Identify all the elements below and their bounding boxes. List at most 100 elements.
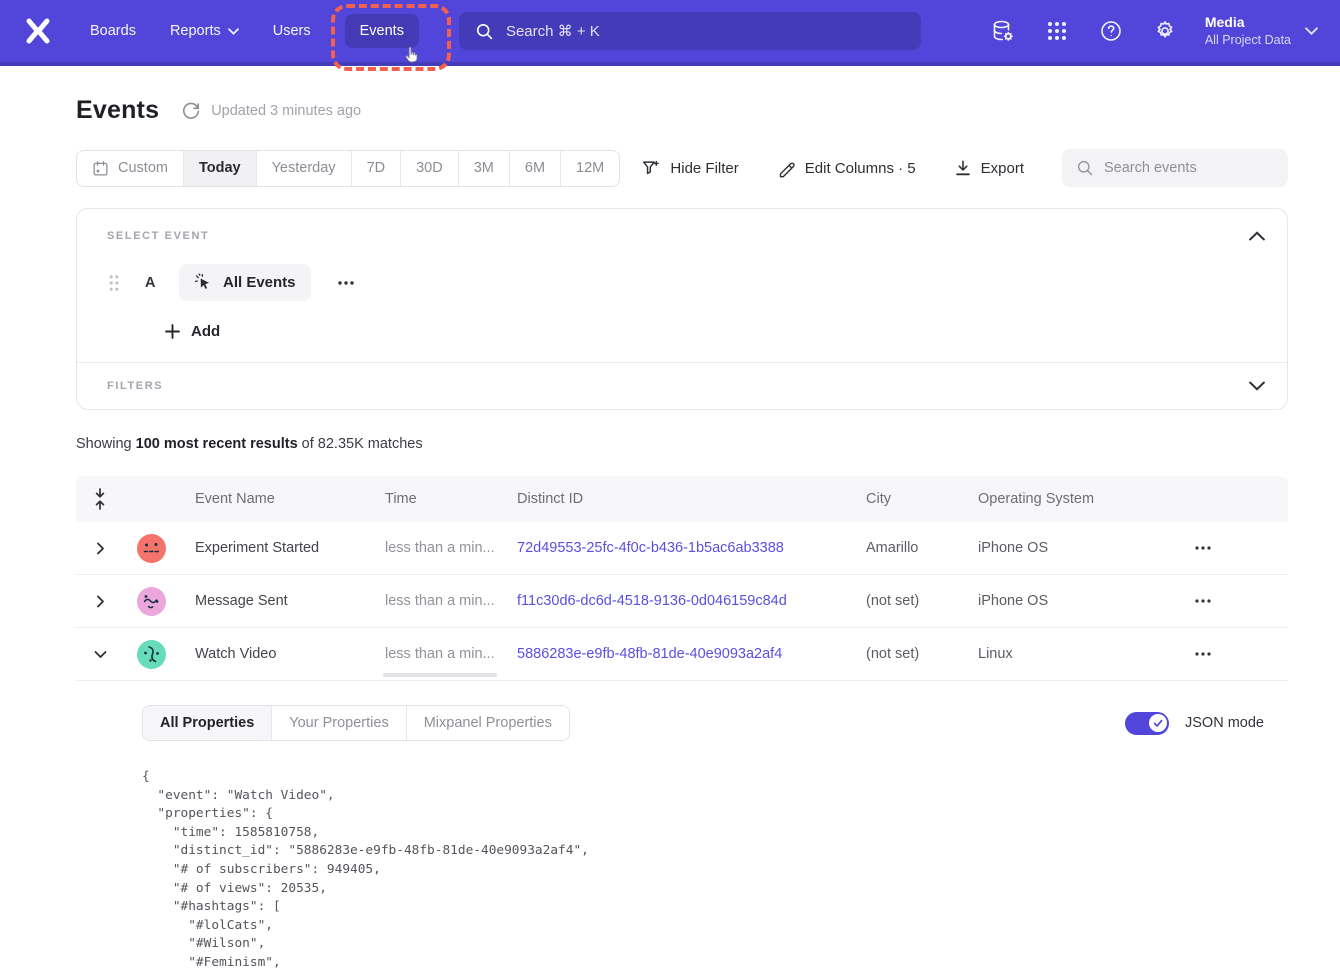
cell-time: less than a min...: [385, 646, 517, 662]
search-icon: [475, 22, 494, 41]
table-row[interactable]: Message Sent less than a min... f11c30d6…: [76, 575, 1288, 628]
collapse-row-icon[interactable]: [94, 648, 107, 661]
search-icon: [1076, 159, 1094, 177]
cell-city: (not set): [866, 646, 978, 662]
json-mode-label: JSON mode: [1185, 715, 1264, 731]
refresh-icon[interactable]: [181, 101, 201, 121]
nav-item-events[interactable]: Events: [345, 14, 419, 48]
event-avatar: [137, 640, 166, 669]
table-row[interactable]: Experiment Started less than a min... 72…: [76, 522, 1288, 575]
expand-row-icon[interactable]: [94, 542, 107, 555]
series-letter: A: [145, 275, 165, 291]
global-search-placeholder: Search ⌘ + K: [506, 22, 600, 40]
column-header-time: Time: [385, 491, 517, 507]
last-updated-text: Updated 3 minutes ago: [211, 103, 361, 119]
event-avatar: [137, 587, 166, 616]
row-more-options-icon[interactable]: [1194, 545, 1212, 551]
nav-item-reports[interactable]: Reports: [170, 23, 239, 39]
event-detail-panel: All Properties Your Properties Mixpanel …: [76, 681, 1288, 974]
expand-section-icon[interactable]: [1249, 378, 1265, 394]
settings-gear-icon[interactable]: [1153, 19, 1177, 43]
nav-item-events-wrapper: Events: [345, 14, 419, 48]
nav-item-boards[interactable]: Boards: [90, 23, 136, 39]
add-event-button[interactable]: Add: [165, 323, 220, 340]
cell-event-name: Message Sent: [178, 593, 385, 609]
cell-os: iPhone OS: [978, 593, 1118, 609]
export-button[interactable]: Export: [954, 159, 1024, 177]
hide-filter-button[interactable]: Hide Filter: [641, 158, 738, 178]
event-json-viewer: { "event": "Watch Video", "properties": …: [142, 768, 1264, 974]
chevron-down-icon: [228, 28, 239, 35]
top-navbar: Boards Reports Users Events Search ⌘ + K: [0, 0, 1340, 66]
date-option-3m[interactable]: 3M: [459, 151, 510, 186]
avatar-face: [137, 534, 166, 563]
date-option-today[interactable]: Today: [184, 151, 257, 186]
query-builder-card: SELECT EVENT A All Events: [76, 208, 1288, 410]
date-option-yesterday[interactable]: Yesterday: [257, 151, 352, 186]
avatar-face: [137, 640, 166, 669]
column-header-distinct-id: Distinct ID: [517, 491, 866, 507]
pencil-icon: [777, 159, 796, 178]
json-mode-toggle[interactable]: [1125, 712, 1169, 735]
event-avatar: [137, 534, 166, 563]
plus-icon: [165, 324, 180, 339]
cell-city: Amarillo: [866, 540, 978, 556]
json-mode-control: JSON mode: [1125, 712, 1264, 735]
search-events-input[interactable]: Search events: [1062, 149, 1288, 187]
avatar-face: [137, 587, 166, 616]
row-more-options-icon[interactable]: [1194, 651, 1212, 657]
tab-your-properties[interactable]: Your Properties: [272, 706, 406, 740]
edit-columns-button[interactable]: Edit Columns · 5: [777, 159, 916, 178]
table-row-expanded[interactable]: Watch Video less than a min... 5886283e-…: [76, 628, 1288, 681]
data-management-icon[interactable]: [991, 19, 1015, 43]
horizontal-scrollbar[interactable]: [383, 673, 497, 677]
expand-row-icon[interactable]: [94, 595, 107, 608]
event-more-options-icon[interactable]: [337, 280, 355, 286]
collapse-section-icon[interactable]: [1249, 228, 1265, 244]
nav-item-users[interactable]: Users: [273, 23, 311, 39]
cell-os: iPhone OS: [978, 540, 1118, 556]
events-table: Event Name Time Distinct ID City Operati…: [76, 476, 1288, 974]
page-title: Events: [76, 96, 159, 125]
filter-funnel-icon: [641, 158, 661, 178]
chevron-down-icon: [1305, 27, 1318, 35]
date-option-30d[interactable]: 30D: [401, 151, 459, 186]
search-events-placeholder: Search events: [1104, 160, 1197, 176]
help-icon[interactable]: [1099, 19, 1123, 43]
main-content: Events Updated 3 minutes ago Custom Toda…: [0, 96, 1340, 974]
event-query-row: A All Events: [107, 264, 1265, 301]
sparkle-cursor-icon: [194, 273, 213, 292]
cell-distinct-id[interactable]: 72d49553-25fc-4f0c-b436-1b5ac6ab3388: [517, 540, 866, 556]
cell-time: less than a min...: [385, 540, 517, 556]
drag-handle-icon[interactable]: [107, 274, 121, 292]
tab-all-properties[interactable]: All Properties: [143, 706, 272, 740]
mixpanel-logo-icon[interactable]: [20, 15, 56, 47]
cell-event-name: Experiment Started: [178, 540, 385, 556]
row-more-options-icon[interactable]: [1194, 598, 1212, 604]
date-option-7d[interactable]: 7D: [352, 151, 402, 186]
org-name: Media: [1205, 13, 1291, 32]
date-option-6m[interactable]: 6M: [510, 151, 561, 186]
collapse-expand-all-icon[interactable]: [93, 488, 107, 510]
column-header-os: Operating System: [978, 491, 1118, 507]
results-summary: Showing 100 most recent results of 82.35…: [76, 436, 1288, 452]
event-chip-label: All Events: [223, 274, 296, 291]
cell-distinct-id[interactable]: f11c30d6-dc6d-4518-9136-0d046159c84d: [517, 593, 866, 609]
date-option-12m[interactable]: 12M: [561, 151, 619, 186]
date-range-control: Custom Today Yesterday 7D 30D 3M 6M 12M: [76, 150, 620, 187]
global-search-input[interactable]: Search ⌘ + K: [459, 12, 921, 50]
column-header-city: City: [866, 491, 978, 507]
project-selector[interactable]: Media All Project Data: [1205, 13, 1318, 48]
apps-grid-icon[interactable]: [1045, 19, 1069, 43]
cell-distinct-id[interactable]: 5886283e-e9fb-48fb-81de-40e9093a2af4: [517, 646, 866, 662]
event-selector-chip[interactable]: All Events: [179, 264, 311, 301]
calendar-icon: [92, 160, 109, 177]
filters-section-header[interactable]: FILTERS: [77, 362, 1287, 409]
select-event-label: SELECT EVENT: [107, 230, 209, 242]
properties-tabs: All Properties Your Properties Mixpanel …: [142, 705, 570, 741]
table-toolbar: Hide Filter Edit Columns · 5 Export: [641, 158, 1024, 178]
table-header-row: Event Name Time Distinct ID City Operati…: [76, 476, 1288, 522]
date-option-custom[interactable]: Custom: [77, 151, 184, 186]
toggle-thumb: [1149, 714, 1167, 732]
tab-mixpanel-properties[interactable]: Mixpanel Properties: [407, 706, 569, 740]
